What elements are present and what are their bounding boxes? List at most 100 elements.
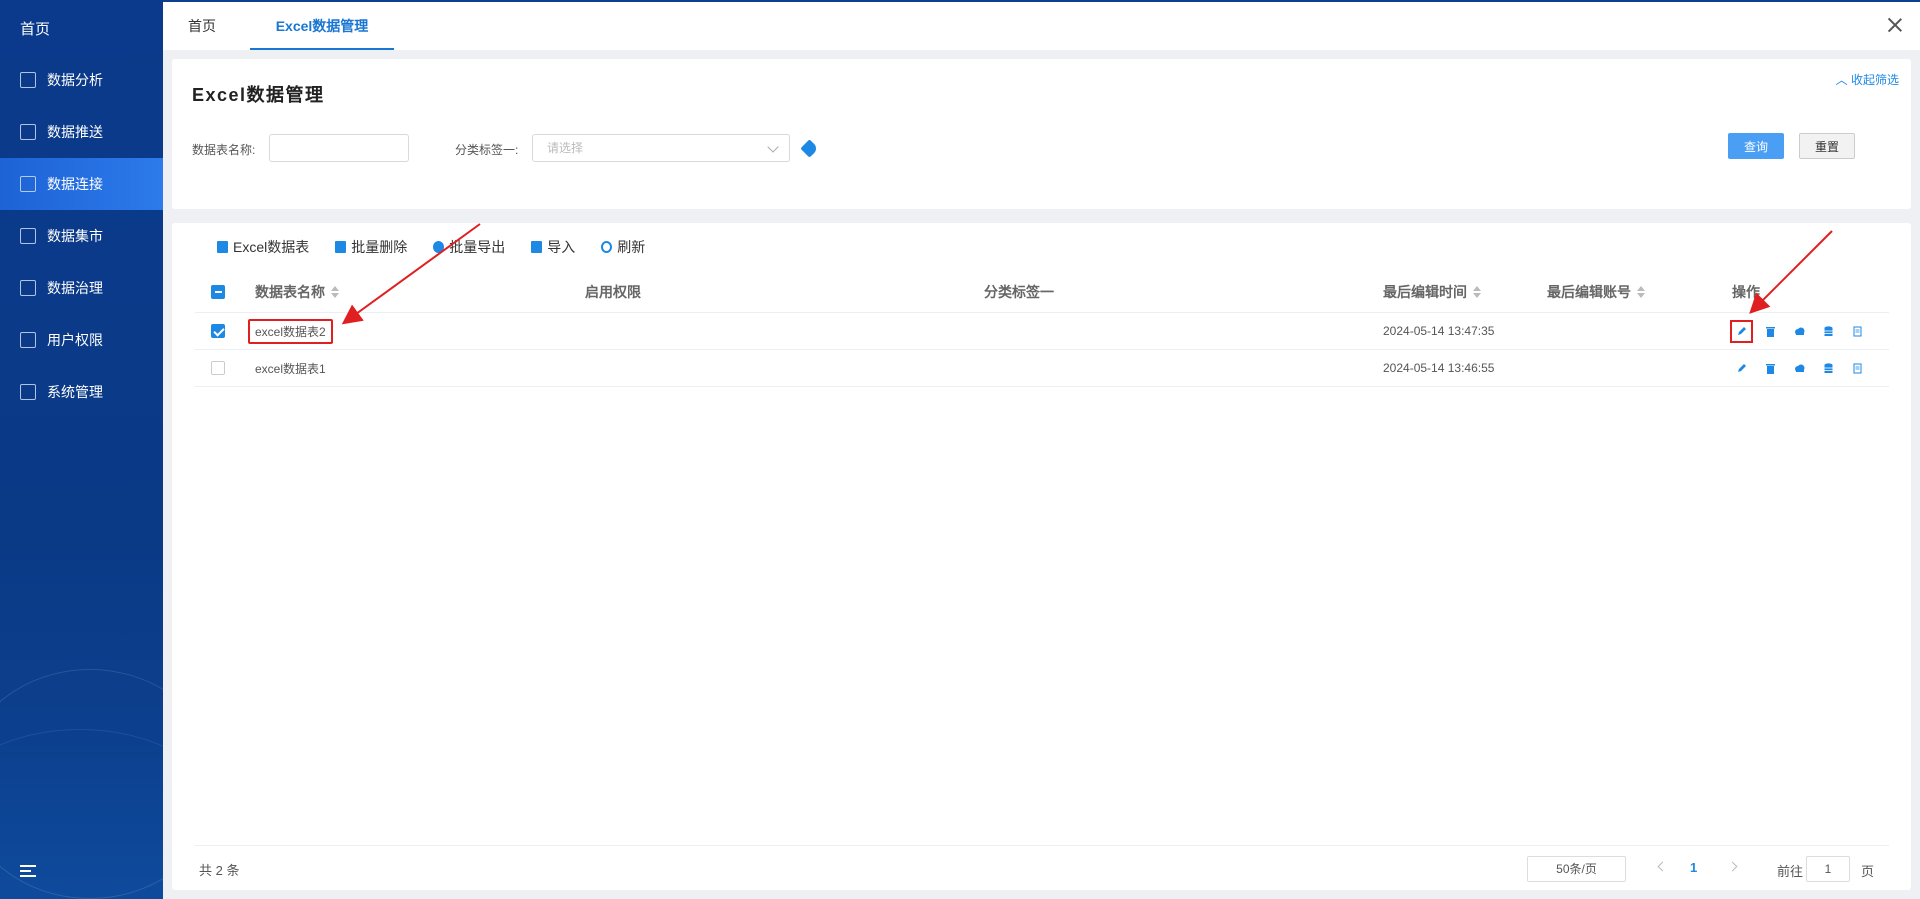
page-number[interactable]: 1 — [1690, 860, 1697, 875]
pagination: 共 2 条 50条/页 1 前往 1 页 — [195, 845, 1889, 890]
sidebar-item-label: 数据集市 — [47, 228, 103, 244]
edit-icon[interactable] — [1736, 363, 1747, 374]
bar-chart-icon — [20, 124, 36, 140]
sidebar-item-label: 用户权限 — [47, 332, 103, 348]
batch-delete-button[interactable]: 批量删除 — [335, 237, 407, 257]
sidebar-item-label: 数据治理 — [47, 280, 103, 296]
total-count: 共 2 条 — [199, 863, 240, 878]
goto-label: 前往 — [1777, 864, 1804, 879]
name-filter-label: 数据表名称: — [192, 143, 256, 157]
sort-icon[interactable] — [1473, 285, 1481, 298]
connection-icon — [20, 176, 36, 192]
document-icon[interactable] — [1852, 326, 1863, 337]
refresh-label: 刷新 — [617, 239, 646, 255]
monitor-icon — [20, 228, 36, 244]
trash-icon — [335, 241, 347, 253]
goto-suffix: 页 — [1861, 864, 1875, 879]
database-icon[interactable] — [1823, 325, 1834, 337]
column-header-time[interactable]: 最后编辑时间 — [1383, 271, 1481, 312]
page-title: Excel数据管理 — [192, 85, 325, 105]
chevron-up-icon: ︿ — [1835, 73, 1851, 87]
column-header-account-label: 最后编辑账号 — [1547, 283, 1631, 300]
data-table: 数据表名称 启用权限 分类标签一 最后编辑时间 最后编辑账号 操作 excel数… — [195, 271, 1889, 387]
collapse-filter-link[interactable]: ︿ 收起筛选 — [1836, 71, 1899, 88]
sidebar-item-label: 数据分析 — [47, 72, 103, 88]
sidebar-item-data-analysis[interactable]: 数据分析 — [0, 54, 163, 106]
sidebar-item-data-mart[interactable]: 数据集市 — [0, 210, 163, 262]
sidebar-item-label: 数据推送 — [47, 124, 103, 140]
user-permission-icon — [20, 332, 36, 348]
edit-icon[interactable] — [1730, 319, 1753, 343]
sidebar-item-user-permission[interactable]: 用户权限 — [0, 314, 163, 366]
import-label: 导入 — [547, 239, 576, 255]
refresh-button[interactable]: 刷新 — [601, 237, 645, 257]
tab-home[interactable]: 首页 — [188, 2, 216, 50]
table-header: 数据表名称 启用权限 分类标签一 最后编辑时间 最后编辑账号 操作 — [195, 271, 1889, 313]
copy-icon — [217, 241, 228, 253]
page-size-select[interactable]: 50条/页 — [1527, 856, 1626, 882]
sidebar: 首页 数据分析 数据推送 数据连接 数据集市 数据治理 用户权限 系统管理 — [0, 0, 163, 899]
sidebar-item-data-push[interactable]: 数据推送 — [0, 106, 163, 158]
tab-excel-data-management[interactable]: Excel数据管理 — [250, 2, 394, 50]
column-header-name-label: 数据表名称 — [255, 283, 325, 300]
menu-collapse-icon[interactable] — [20, 865, 36, 877]
row-time: 2024-05-14 13:47:35 — [1383, 324, 1495, 338]
tag-filter-label: 分类标签一: — [455, 143, 519, 157]
row-name[interactable]: excel数据表2 — [248, 318, 333, 344]
sidebar-nav: 数据分析 数据推送 数据连接 数据集市 数据治理 用户权限 系统管理 — [0, 54, 163, 418]
select-all-checkbox[interactable] — [211, 284, 225, 299]
database-icon[interactable] — [1823, 362, 1834, 374]
table-toolbar: Excel数据表 批量删除 批量导出 导入 刷新 — [217, 235, 671, 259]
batch-export-button[interactable]: 批量导出 — [433, 237, 505, 257]
excel-table-button[interactable]: Excel数据表 — [217, 237, 309, 257]
column-header-time-label: 最后编辑时间 — [1383, 283, 1467, 300]
trash-icon[interactable] — [1765, 363, 1776, 374]
system-icon — [20, 384, 36, 400]
batch-export-label: 批量导出 — [449, 239, 506, 255]
row-actions — [1730, 313, 1881, 349]
table-row[interactable]: excel数据表2 2024-05-14 13:47:35 — [195, 313, 1889, 350]
sidebar-item-data-connection[interactable]: 数据连接 — [0, 158, 163, 210]
document-icon[interactable] — [1852, 363, 1863, 374]
sidebar-item-data-governance[interactable]: 数据治理 — [0, 262, 163, 314]
filter-panel: Excel数据管理 ︿ 收起筛选 数据表名称: 分类标签一: 请选择 查询 重置 — [172, 59, 1911, 209]
sidebar-home-link[interactable]: 首页 — [20, 18, 50, 39]
reset-button[interactable]: 重置 — [1799, 133, 1855, 159]
column-header-permission: 启用权限 — [585, 283, 641, 300]
excel-table-label: Excel数据表 — [233, 239, 310, 255]
table-row[interactable]: excel数据表1 2024-05-14 13:46:55 — [195, 350, 1889, 387]
close-icon[interactable] — [1886, 16, 1904, 34]
row-name[interactable]: excel数据表1 — [255, 350, 326, 386]
tag-icon[interactable] — [800, 139, 819, 158]
import-button[interactable]: 导入 — [531, 237, 575, 257]
collapse-filter-label: 收起筛选 — [1850, 73, 1899, 87]
sort-icon[interactable] — [1637, 285, 1645, 298]
row-actions — [1736, 350, 1881, 386]
chart-icon — [20, 72, 36, 88]
sidebar-item-system[interactable]: 系统管理 — [0, 366, 163, 418]
name-filter-input[interactable] — [269, 134, 409, 162]
tag-filter-select[interactable]: 请选择 — [532, 134, 790, 162]
sort-icon[interactable] — [331, 285, 339, 298]
cloud-upload-icon[interactable] — [1794, 326, 1805, 337]
row-time: 2024-05-14 13:46:55 — [1383, 361, 1495, 375]
row-checkbox[interactable] — [211, 361, 225, 375]
query-button[interactable]: 查询 — [1728, 133, 1784, 159]
next-page-icon[interactable] — [1727, 861, 1738, 872]
column-header-name[interactable]: 数据表名称 — [255, 271, 339, 312]
download-icon — [531, 241, 543, 253]
trash-icon[interactable] — [1765, 326, 1776, 337]
sidebar-item-label: 系统管理 — [47, 384, 103, 400]
cloud-upload-icon — [433, 241, 445, 253]
prev-page-icon[interactable] — [1657, 861, 1668, 872]
cloud-upload-icon[interactable] — [1794, 363, 1805, 374]
column-header-account[interactable]: 最后编辑账号 — [1547, 271, 1645, 312]
column-header-ops: 操作 — [1732, 283, 1760, 300]
goto-page-input[interactable]: 1 — [1806, 856, 1850, 882]
tag-filter-placeholder: 请选择 — [547, 141, 584, 155]
chevron-down-icon — [767, 141, 779, 153]
row-checkbox[interactable] — [211, 324, 225, 338]
sidebar-item-label: 数据连接 — [47, 176, 103, 192]
batch-delete-label: 批量删除 — [351, 239, 408, 255]
refresh-icon — [601, 241, 613, 253]
